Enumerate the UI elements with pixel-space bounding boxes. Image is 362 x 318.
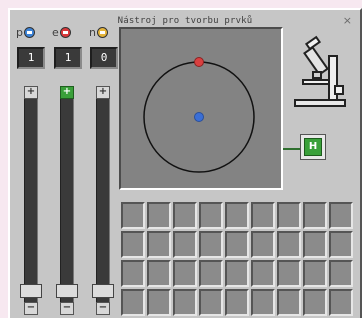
- inventory-slot[interactable]: [121, 260, 145, 287]
- neutron-minus-button[interactable]: −: [96, 302, 110, 315]
- close-icon[interactable]: ×: [343, 14, 352, 27]
- electron-slider-thumb[interactable]: [56, 284, 78, 298]
- inventory-slot[interactable]: [173, 202, 197, 229]
- inventory-slot[interactable]: [277, 202, 301, 229]
- window-title: Nástroj pro tvorbu prvků: [117, 16, 253, 26]
- inventory-grid: [121, 202, 353, 316]
- inventory-slot[interactable]: [251, 202, 275, 229]
- proton-count: 1: [17, 47, 45, 69]
- neutron-plus-button[interactable]: +: [96, 86, 110, 99]
- proton-plus-button[interactable]: +: [24, 86, 38, 99]
- inventory-slot[interactable]: [251, 289, 275, 316]
- inventory-slot[interactable]: [199, 289, 223, 316]
- inventory-slot[interactable]: [225, 231, 249, 258]
- electron-count: 1: [54, 47, 82, 69]
- inventory-slot[interactable]: [303, 289, 327, 316]
- inventory-slot[interactable]: [173, 231, 197, 258]
- inventory-slot[interactable]: [173, 260, 197, 287]
- proton-icon: [23, 27, 35, 38]
- proton-slider-thumb[interactable]: [20, 284, 42, 298]
- inventory-slot[interactable]: [121, 202, 145, 229]
- inventory-slot[interactable]: [121, 289, 145, 316]
- inventory-slot[interactable]: [121, 231, 145, 258]
- inventory-slot[interactable]: [329, 231, 353, 258]
- neutron-letter: n: [89, 26, 96, 39]
- inventory-slot[interactable]: [147, 202, 171, 229]
- inventory-slot[interactable]: [225, 202, 249, 229]
- electron-minus-button[interactable]: −: [60, 302, 74, 315]
- neutron-label: n: [89, 26, 108, 39]
- proton-slider-track[interactable]: [24, 96, 38, 314]
- inventory-slot[interactable]: [329, 202, 353, 229]
- inventory-slot[interactable]: [303, 231, 327, 258]
- electron-label: e: [52, 26, 71, 39]
- inventory-slot[interactable]: [199, 260, 223, 287]
- electron-letter: e: [52, 26, 59, 39]
- neutron-slider-track[interactable]: [96, 96, 110, 314]
- atom-model: [143, 57, 255, 173]
- proton-minus-button[interactable]: −: [24, 302, 38, 315]
- output-connector: [283, 148, 300, 150]
- neutron-icon: [96, 27, 108, 38]
- nucleus-proton: [194, 112, 204, 122]
- inventory-slot[interactable]: [277, 231, 301, 258]
- element-symbol: H: [304, 138, 322, 156]
- electron-particle: [194, 57, 204, 67]
- inventory-slot[interactable]: [199, 231, 223, 258]
- microscope-icon: [294, 35, 346, 107]
- proton-label: p: [16, 26, 35, 39]
- inventory-slot[interactable]: [329, 289, 353, 316]
- inventory-slot[interactable]: [225, 260, 249, 287]
- inventory-slot[interactable]: [329, 260, 353, 287]
- neutron-count: 0: [90, 47, 118, 69]
- inventory-slot[interactable]: [251, 260, 275, 287]
- inventory-slot[interactable]: [303, 202, 327, 229]
- inventory-slot[interactable]: [147, 260, 171, 287]
- electron-slider-track[interactable]: [60, 96, 74, 314]
- proton-letter: p: [16, 26, 23, 39]
- inventory-slot[interactable]: [277, 260, 301, 287]
- inventory-slot[interactable]: [251, 231, 275, 258]
- inventory-slot[interactable]: [147, 231, 171, 258]
- inventory-slot[interactable]: [277, 289, 301, 316]
- electron-icon: [59, 27, 71, 38]
- electron-plus-button[interactable]: +: [60, 86, 74, 99]
- inventory-slot[interactable]: [199, 202, 223, 229]
- inventory-slot[interactable]: [173, 289, 197, 316]
- neutron-slider-thumb[interactable]: [92, 284, 114, 298]
- inventory-slot[interactable]: [225, 289, 249, 316]
- inventory-slot[interactable]: [303, 260, 327, 287]
- element-output-slot[interactable]: H: [300, 134, 326, 160]
- inventory-slot[interactable]: [147, 289, 171, 316]
- atom-viewer: [119, 27, 283, 190]
